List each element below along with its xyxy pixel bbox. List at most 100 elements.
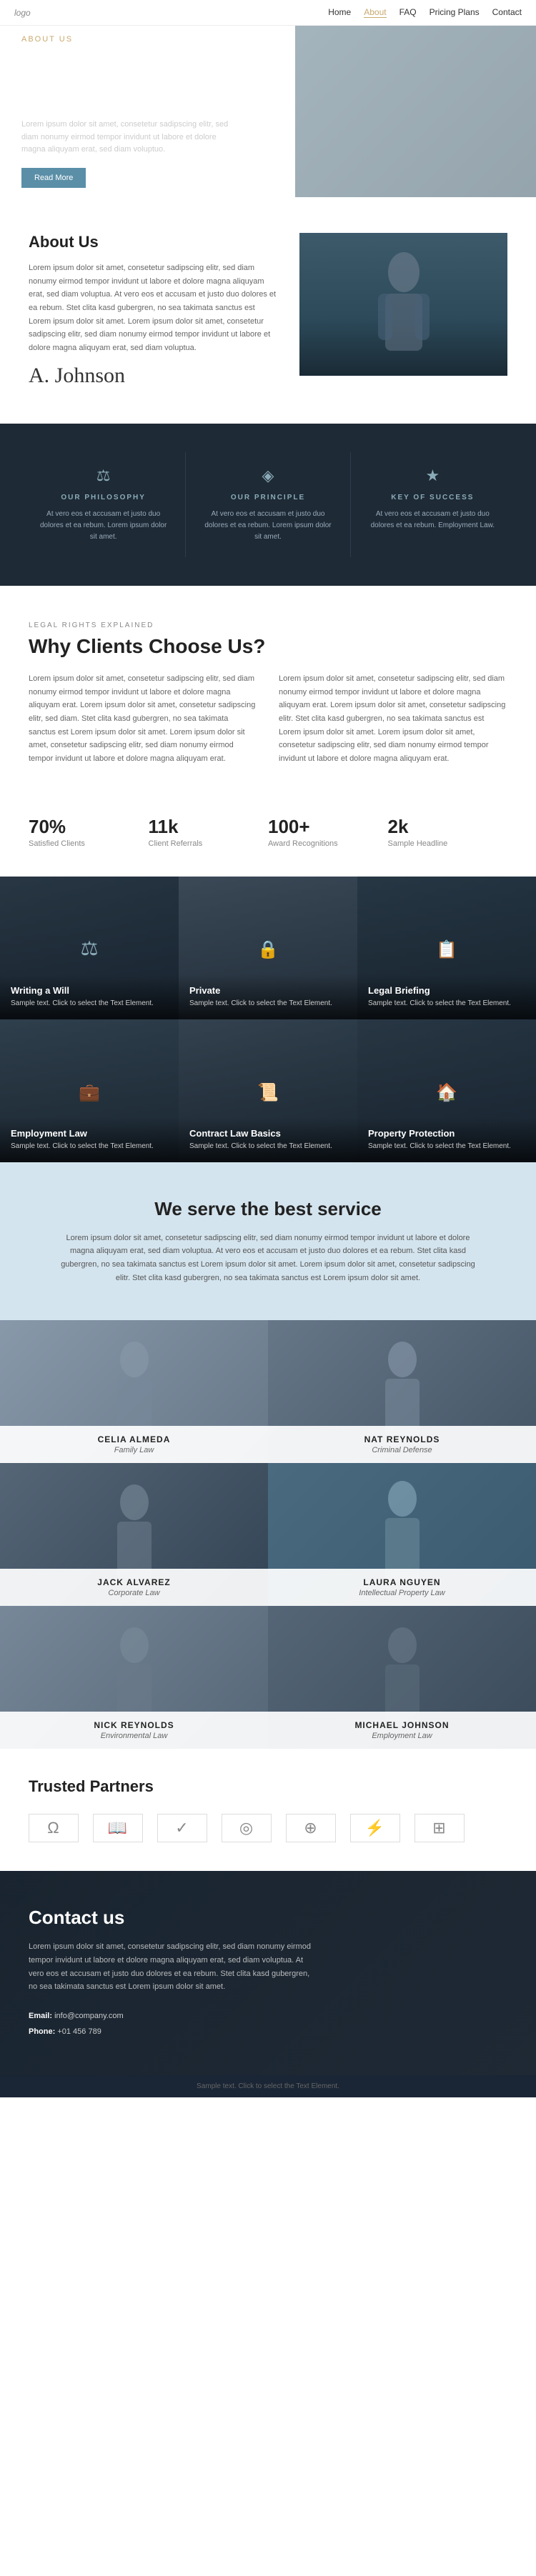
practice-subtitle-4: Sample text. Click to select the Text El… (11, 1142, 168, 1152)
team-role-jack: Corporate Law (11, 1589, 257, 1597)
partners-row: Ω 📖 ✓ ◎ ⊕ ⚡ ⊞ (29, 1814, 507, 1842)
why-columns: Lorem ipsum dolor sit amet, consetetur s… (29, 672, 507, 766)
about-paragraph: Lorem ipsum dolor sit amet, consetetur s… (29, 261, 278, 355)
philosophy-item-2: ◈ OUR PRINCIPLE At vero eos et accusam e… (186, 452, 350, 557)
contact-email-row: Email: info@company.com (29, 2008, 507, 2024)
philosophy-icon-2: ◈ (200, 466, 335, 485)
svg-text:🔒: 🔒 (257, 940, 279, 959)
trusted-partners-section: Trusted Partners Ω 📖 ✓ ◎ ⊕ ⚡ ⊞ (0, 1749, 536, 1871)
contact-details: Email: info@company.com Phone: +01 456 7… (29, 2008, 507, 2040)
practice-card-6[interactable]: 🏠 Property Protection Sample text. Click… (357, 1019, 536, 1162)
partner-icon-5: ⊕ (304, 1819, 317, 1837)
best-service-text: Lorem ipsum dolor sit amet, consetetur s… (61, 1232, 475, 1285)
practice-icon-6: 🏠 (425, 1069, 468, 1112)
practice-title-2: Private (189, 985, 347, 996)
stat-sample: 2k Sample Headline (388, 816, 508, 848)
practice-title-6: Property Protection (368, 1128, 525, 1139)
philosophy-label-1: OUR PHILOSOPHY (36, 494, 171, 501)
contact-phone-value: +01 456 789 (57, 2027, 101, 2036)
nav-home[interactable]: Home (328, 7, 351, 18)
philosophy-section: ⚖ OUR PHILOSOPHY At vero eos et accusam … (0, 424, 536, 586)
team-card-nick: NICK REYNOLDS Environmental Law (0, 1606, 268, 1749)
nav-contact[interactable]: Contact (492, 7, 522, 18)
partner-7: ⊞ (415, 1814, 465, 1842)
best-service-title: We serve the best service (29, 1198, 507, 1220)
stat-sample-label: Sample Headline (388, 839, 508, 848)
philosophy-text-1: At vero eos et accusam et justo duo dolo… (36, 509, 171, 543)
stat-recognitions-label: Award Recognitions (268, 839, 388, 848)
practice-card-1[interactable]: ⚖ Writing a Will Sample text. Click to s… (0, 877, 179, 1019)
partner-4: ◎ (222, 1814, 272, 1842)
practice-subtitle-3: Sample text. Click to select the Text El… (368, 999, 525, 1009)
practice-icon-5: 📜 (247, 1069, 289, 1112)
team-info-nick: NICK REYNOLDS Environmental Law (0, 1712, 268, 1749)
nav-pricing[interactable]: Pricing Plans (430, 7, 480, 18)
philosophy-text-2: At vero eos et accusam et justo duo dolo… (200, 509, 335, 543)
team-role-nat: Criminal Defense (279, 1446, 525, 1454)
practice-overlay-2: Private Sample text. Click to select the… (179, 974, 357, 1019)
hero-title: Employment Law Updates (21, 51, 293, 110)
practice-title-1: Writing a Will (11, 985, 168, 996)
team-role-laura: Intellectual Property Law (279, 1589, 525, 1597)
nav-about[interactable]: About (364, 7, 386, 18)
team-role-celia: Family Law (11, 1446, 257, 1454)
why-col2: Lorem ipsum dolor sit amet, consetetur s… (279, 672, 507, 766)
stat-referrals-label: Client Referrals (149, 839, 269, 848)
stat-satisfied: 70% Satisfied Clients (29, 816, 149, 848)
practice-card-3[interactable]: 📋 Legal Briefing Sample text. Click to s… (357, 877, 536, 1019)
team-name-michael: MICHAEL JOHNSON (279, 1720, 525, 1730)
practice-subtitle-6: Sample text. Click to select the Text El… (368, 1142, 525, 1152)
practice-title-3: Legal Briefing (368, 985, 525, 996)
contact-email-value: info@company.com (54, 2012, 124, 2020)
contact-text: Lorem ipsum dolor sit amet, consetetur s… (29, 1940, 314, 1994)
team-name-jack: JACK ALVAREZ (11, 1577, 257, 1587)
practice-icon-2: 🔒 (247, 927, 289, 969)
practice-card-5[interactable]: 📜 Contract Law Basics Sample text. Click… (179, 1019, 357, 1162)
contact-phone-label: Phone: (29, 2027, 55, 2036)
team-card-celia: CELIA ALMEDA Family Law (0, 1320, 268, 1463)
team-grid: CELIA ALMEDA Family Law NAT REYNOLDS Cri… (0, 1320, 536, 1749)
practice-card-2[interactable]: 🔒 Private Sample text. Click to select t… (179, 877, 357, 1019)
practice-subtitle-2: Sample text. Click to select the Text El… (189, 999, 347, 1009)
person-silhouette (375, 247, 432, 361)
hero-read-more-button[interactable]: Read More (21, 168, 86, 188)
team-info-laura: LAURA NGUYEN Intellectual Property Law (268, 1569, 536, 1606)
stat-referrals-number: 11k (149, 816, 269, 838)
contact-section: Contact us Lorem ipsum dolor sit amet, c… (0, 1871, 536, 2075)
about-text: About Us Lorem ipsum dolor sit amet, con… (29, 233, 278, 388)
team-role-nick: Environmental Law (11, 1732, 257, 1740)
why-section: LEGAL RIGHTS EXPLAINED Why Clients Choos… (0, 586, 536, 802)
nav-links: Home About FAQ Pricing Plans Contact (328, 7, 522, 18)
stat-recognitions: 100+ Award Recognitions (268, 816, 388, 848)
partner-icon-3: ✓ (175, 1819, 189, 1837)
team-info-celia: CELIA ALMEDA Family Law (0, 1426, 268, 1463)
team-name-laura: LAURA NGUYEN (279, 1577, 525, 1587)
svg-text:📜: 📜 (257, 1083, 279, 1102)
team-card-jack: JACK ALVAREZ Corporate Law (0, 1463, 268, 1606)
partner-icon-7: ⊞ (432, 1819, 446, 1837)
why-title: Why Clients Choose Us? (29, 635, 507, 658)
navigation: logo Home About FAQ Pricing Plans Contac… (0, 0, 536, 26)
about-image-person (299, 233, 507, 376)
practice-card-4[interactable]: 💼 Employment Law Sample text. Click to s… (0, 1019, 179, 1162)
partner-3: ✓ (157, 1814, 207, 1842)
practice-icon-3: 📋 (425, 927, 468, 969)
partner-icon-4: ◎ (239, 1819, 254, 1837)
svg-text:⚖: ⚖ (80, 937, 98, 959)
practice-title-5: Contract Law Basics (189, 1128, 347, 1139)
stat-sample-number: 2k (388, 816, 508, 838)
why-col1: Lorem ipsum dolor sit amet, consetetur s… (29, 672, 257, 766)
partner-2: 📖 (93, 1814, 143, 1842)
svg-text:📋: 📋 (436, 939, 457, 959)
best-service-section: We serve the best service Lorem ipsum do… (0, 1162, 536, 1321)
partner-5: ⊕ (286, 1814, 336, 1842)
practice-overlay-6: Property Protection Sample text. Click t… (357, 1117, 536, 1162)
about-image (299, 233, 507, 376)
hero-label: ABOUT US (21, 35, 515, 44)
stat-referrals: 11k Client Referrals (149, 816, 269, 848)
team-info-jack: JACK ALVAREZ Corporate Law (0, 1569, 268, 1606)
why-label: LEGAL RIGHTS EXPLAINED (29, 621, 507, 629)
practice-grid: ⚖ Writing a Will Sample text. Click to s… (0, 877, 536, 1162)
svg-text:🏠: 🏠 (436, 1083, 457, 1102)
nav-faq[interactable]: FAQ (399, 7, 417, 18)
